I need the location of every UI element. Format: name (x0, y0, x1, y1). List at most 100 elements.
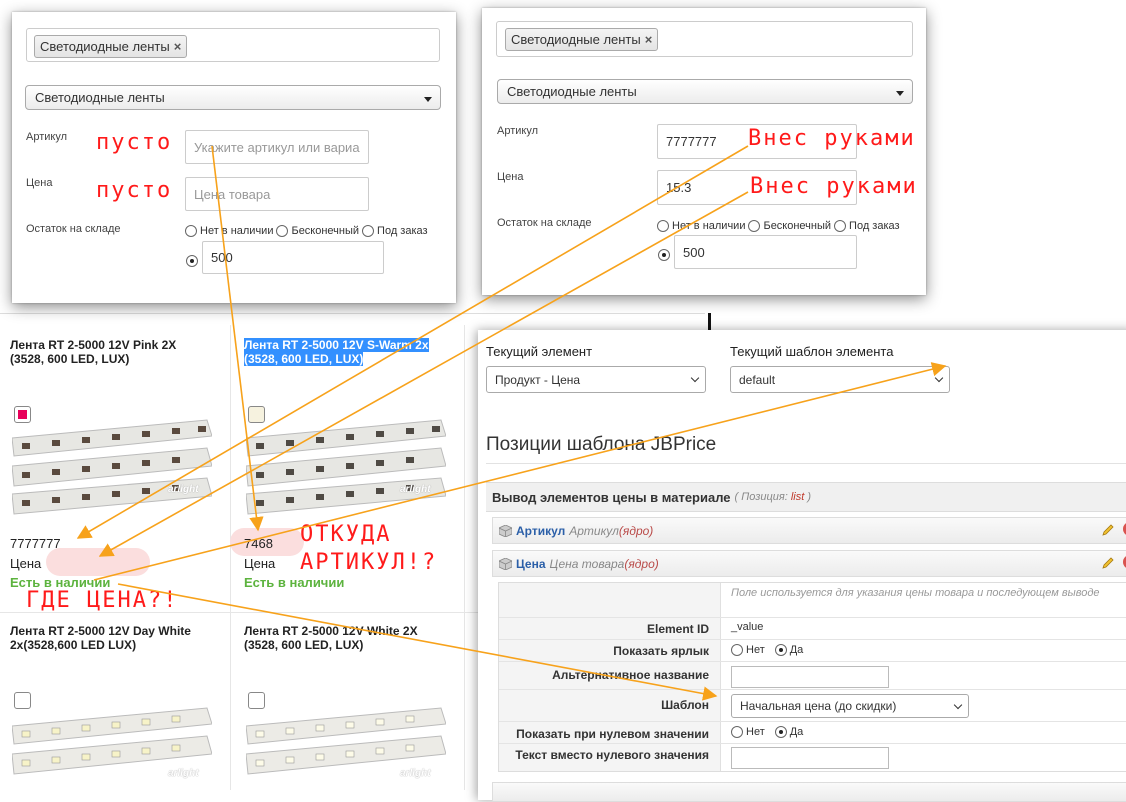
radio-infinite[interactable] (276, 225, 289, 237)
brand-watermark: arlight (168, 484, 199, 495)
sku-label: Артикул (26, 131, 68, 143)
next-element-row (492, 782, 1126, 802)
category-select[interactable]: Светодиодные ленты (497, 79, 913, 104)
product-price-label: Цена (10, 556, 42, 571)
alt-name-input[interactable] (731, 666, 889, 688)
product-title-line: Лента RT 2-5000 12V S-Warm 2x (244, 338, 429, 352)
price-placeholder: Цена товара (194, 186, 271, 202)
radio-label: Да (789, 644, 804, 656)
product-title-line: Лента RT 2-5000 12V Day White (10, 624, 191, 638)
led-strip-image (12, 419, 212, 515)
product-title[interactable]: Лента RT 2-5000 12V S-Warm 2x (3528, 600… (244, 338, 429, 366)
current-element-select[interactable]: Продукт - Цена (486, 366, 706, 393)
radio-label: Нет (746, 726, 765, 738)
grid-top-border (0, 313, 705, 314)
radio-no[interactable] (731, 644, 743, 656)
product-title[interactable]: Лента RT 2-5000 12V Pink 2X (3528, 600 L… (10, 338, 176, 366)
stock-quantity-input[interactable]: 500 (674, 235, 857, 269)
tag-label: Светодиодные ленты (40, 39, 170, 54)
radio-label: Нет в наличии (200, 225, 274, 237)
radio-stock-quantity[interactable] (658, 248, 670, 261)
category-tag[interactable]: Светодиодные ленты × (505, 28, 659, 51)
radio-out-of-stock[interactable] (657, 220, 669, 232)
price-input[interactable]: Цена товара (185, 177, 369, 211)
product-title-line: Лента RT 2-5000 12V White 2X (244, 624, 418, 638)
radio-label: Бесконечный (763, 220, 832, 232)
product-price-label: Цена (244, 556, 276, 571)
current-template-value: default (739, 372, 776, 387)
jbprice-config-panel: Текущий элемент Продукт - Цена Текущий ш… (478, 330, 1126, 802)
param-row: Альтернативное название (499, 661, 1126, 689)
current-element-label: Текущий элемент (486, 344, 593, 359)
led-strip-image (246, 419, 446, 515)
pencil-icon[interactable] (1101, 523, 1115, 537)
chevron-down-icon (953, 700, 963, 710)
sku-input[interactable]: Укажите артикул или вариа (185, 130, 369, 164)
category-tag-input[interactable]: Светодиодные ленты × (496, 21, 913, 57)
param-value: _value (731, 621, 764, 633)
stock-label: Остаток на складе (26, 223, 121, 235)
product-title[interactable]: Лента RT 2-5000 12V Day White 2x(3528,60… (10, 624, 191, 652)
stock-options: Нет в наличии Бесконечный Под заказ (657, 220, 900, 232)
param-row: Показать ярлык Нет Да (499, 639, 1126, 661)
stock-quantity-input[interactable]: 500 (202, 241, 384, 274)
product-title-line: (3528, 600 LED, LUX) (244, 352, 364, 366)
close-icon[interactable]: × (645, 32, 653, 47)
cube-icon (499, 557, 512, 570)
current-element-value: Продукт - Цена (495, 372, 581, 387)
section-meta-position: list (790, 491, 805, 503)
pencil-icon[interactable] (1101, 556, 1115, 570)
radio-out-of-stock[interactable] (185, 225, 197, 237)
tag-label: Светодиодные ленты (511, 32, 641, 47)
stock-quantity-value: 500 (211, 250, 233, 265)
product-title[interactable]: Лента RT 2-5000 12V White 2X (3528, 600 … (244, 624, 418, 652)
template-select[interactable]: Начальная цена (до скидки) (731, 694, 969, 718)
sku-value: 7777777 (666, 134, 717, 149)
product-title-line: 2x(3528,600 LED LUX) (10, 638, 137, 652)
annotation-where-price: ГДЕ ЦЕНА?! (26, 588, 179, 613)
caret-down-icon (896, 91, 904, 96)
radio-label: Под заказ (377, 225, 428, 237)
param-row: Текст вместо нулевого значения (499, 743, 1126, 771)
section-meta-suffix: ) (807, 491, 812, 503)
radio-infinite[interactable] (748, 220, 761, 232)
param-label: Альтернативное название (552, 668, 709, 682)
element-desc: Цена товара (549, 556, 625, 571)
show-zero-radios: Нет Да (731, 726, 803, 738)
annotation-where-sku-line2: АРТИКУЛ!? (300, 550, 438, 575)
radio-yes[interactable] (774, 644, 787, 656)
category-tag-input[interactable]: Светодиодные ленты × (26, 28, 440, 62)
param-row: Шаблон Начальная цена (до скидки) (499, 689, 1126, 721)
radio-no[interactable] (731, 726, 743, 738)
radio-label: Бесконечный (291, 225, 360, 237)
close-icon[interactable]: × (174, 39, 182, 54)
radio-label: Нет в наличии (672, 220, 746, 232)
page-heading: Позиции шаблона JBPrice (486, 434, 717, 455)
brand-watermark: arlight (400, 768, 431, 779)
element-row-price[interactable]: Цена Цена товара (ядро) (492, 550, 1126, 577)
element-core-tag: (ядро) (624, 556, 659, 571)
admin-form-panel-empty: Светодиодные ленты × Светодиодные ленты А… (12, 12, 456, 303)
radio-label: Да (789, 726, 804, 738)
heading-divider (486, 463, 1126, 464)
radio-on-order[interactable] (362, 225, 375, 237)
grid-col-divider (230, 325, 231, 790)
chevron-down-icon (690, 373, 700, 383)
category-select-value: Светодиодные ленты (507, 84, 637, 99)
param-label: Element ID (646, 622, 709, 636)
category-tag[interactable]: Светодиодные ленты × (34, 35, 188, 58)
radio-yes[interactable] (774, 726, 787, 738)
param-label: Показать ярлык (613, 644, 709, 658)
missing-price-highlight (46, 548, 150, 576)
radio-stock-quantity[interactable] (186, 254, 198, 267)
param-row: Element ID _value (499, 617, 1126, 639)
element-core-tag: (ядро) (618, 523, 654, 538)
product-sku: 7468 (244, 536, 273, 551)
price-value: 15.3 (666, 180, 692, 195)
category-select[interactable]: Светодиодные ленты (25, 85, 441, 110)
current-template-select[interactable]: default (730, 366, 950, 393)
element-row-sku[interactable]: Артикул Артикул (ядро) (492, 517, 1126, 544)
zero-text-input[interactable] (731, 747, 889, 769)
radio-on-order[interactable] (834, 220, 847, 232)
admin-form-panel-filled: Светодиодные ленты × Светодиодные ленты А… (482, 8, 926, 295)
